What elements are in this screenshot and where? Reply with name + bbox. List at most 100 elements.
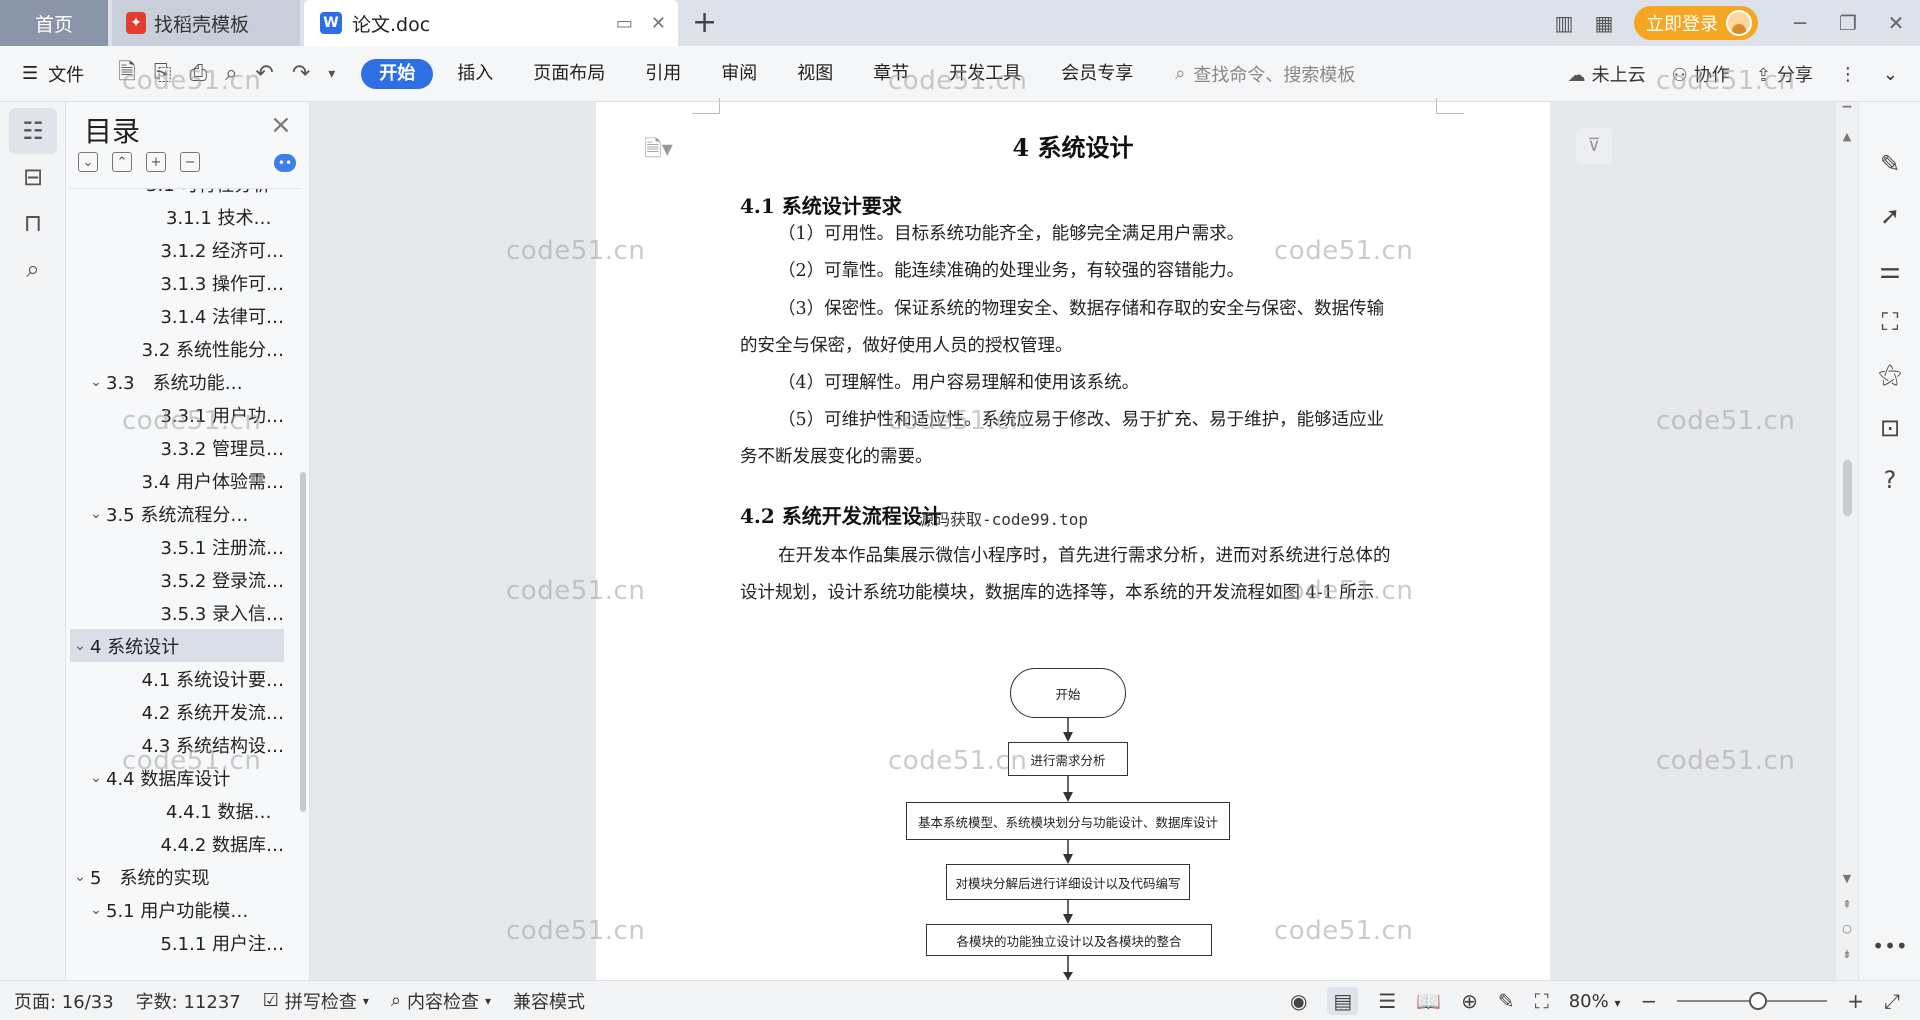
chevron-down-icon[interactable]: ⌄ — [86, 770, 106, 786]
select-pointer-icon[interactable]: ➚ — [1859, 202, 1920, 230]
outline-view-icon[interactable]: ☰ — [1378, 989, 1396, 1013]
file-menu[interactable]: ☰ 文件 — [22, 61, 84, 87]
toc-item[interactable]: 4.4.2 数据库… — [70, 827, 284, 860]
image-tool-icon[interactable]: ⛶ — [1859, 308, 1920, 336]
collab-button[interactable]: ⚇ 协作 — [1672, 61, 1730, 87]
help-icon[interactable]: ? — [1859, 466, 1920, 494]
spell-check-button[interactable]: ☑ 拼写检查 ▾ — [263, 988, 369, 1014]
ribbon-tab[interactable]: 插入 — [441, 59, 509, 89]
toc-item[interactable]: ⌄ 3.5 系统流程分… — [70, 497, 284, 530]
toc-item[interactable]: ⌄ 5.1 用户功能模… — [70, 893, 284, 926]
ribbon-tab[interactable]: 视图 — [781, 59, 849, 89]
vertical-scrollbar[interactable]: ▔ ▲ ▼ ⇞ ○ ⇟ — [1836, 102, 1858, 980]
select-browse-icon[interactable]: ○ — [1836, 922, 1858, 935]
zoom-slider[interactable] — [1677, 992, 1828, 1010]
toc-item[interactable]: ⌄ 3.3 系统功能… — [70, 365, 284, 398]
close-icon[interactable]: × — [270, 110, 292, 140]
redo-icon[interactable]: ↷ — [292, 61, 310, 86]
chevron-down-icon[interactable]: ⌄ — [70, 638, 90, 654]
read-mode-icon[interactable]: ⊡ — [1859, 414, 1920, 442]
more-icon[interactable]: ⋮ — [1839, 64, 1857, 85]
ribbon-tab[interactable]: 开发工具 — [933, 59, 1037, 89]
ribbon-tab[interactable]: 页面布局 — [517, 59, 621, 89]
restore-icon[interactable]: ❐ — [1824, 11, 1872, 35]
cloud-status[interactable]: ☁ 未上云 — [1568, 61, 1646, 87]
chevron-down-icon[interactable]: ⌄ — [86, 506, 106, 522]
edit-pen-icon[interactable]: ✎ — [1859, 150, 1920, 178]
toc-item[interactable]: 4.4.1 数据… — [70, 794, 284, 827]
close-window-icon[interactable]: ✕ — [1872, 11, 1920, 35]
export-pdf-icon[interactable]: ⎘ — [154, 61, 172, 86]
fit-page-icon[interactable]: ⛶ — [1535, 989, 1549, 1013]
toc-item[interactable]: 3.5.1 注册流… — [70, 530, 284, 563]
toc-item[interactable]: 5.1.1 用户注… — [70, 926, 284, 959]
undo-icon[interactable]: ↶ — [255, 61, 273, 86]
zoom-slider-knob[interactable] — [1749, 992, 1768, 1010]
toc-toggle-switch[interactable]: •• — [274, 154, 296, 172]
tab-home[interactable]: 首页 — [0, 0, 108, 46]
close-tab-icon[interactable]: ✕ — [651, 13, 666, 34]
toc-item[interactable]: 3.5.3 录入信… — [70, 596, 284, 629]
print-icon[interactable]: ⎙ — [189, 61, 207, 86]
scroll-top-icon[interactable]: ▔ — [1836, 106, 1858, 119]
ribbon-tab[interactable]: 会员专享 — [1045, 59, 1149, 89]
settings-sliders-icon[interactable]: ⚌ — [1859, 256, 1920, 284]
more-dropdown-icon[interactable]: ▾ — [328, 66, 335, 82]
filter-icon[interactable]: ⊽ — [1576, 128, 1612, 164]
toc-item[interactable]: ⌄ 4 系统设计 — [70, 629, 284, 662]
toc-item[interactable]: 4.3 系统结构设… — [70, 728, 284, 761]
word-count[interactable]: 字数: 11237 — [136, 988, 241, 1014]
page-indicator[interactable]: 页面: 16/33 — [14, 988, 114, 1014]
toc-item[interactable]: 3.1 可行性分析 — [70, 189, 284, 200]
read-view-icon[interactable]: 📖 — [1416, 989, 1441, 1013]
ribbon-tab[interactable]: 审阅 — [705, 59, 773, 89]
toc-item[interactable]: 3.5.2 登录流… — [70, 563, 284, 596]
minimize-icon[interactable]: ─ — [1776, 11, 1824, 35]
ribbon-tab[interactable]: 引用 — [629, 59, 697, 89]
toc-item[interactable]: ⌄ 4.4 数据库设计 — [70, 761, 284, 794]
web-view-icon[interactable]: ⊕ — [1461, 989, 1478, 1013]
layout-icon[interactable]: ▥ — [1544, 11, 1584, 35]
toc-item[interactable]: 3.2 系统性能分… — [70, 332, 284, 365]
toc-item[interactable]: 3.3.2 管理员… — [70, 431, 284, 464]
toc-item[interactable]: 3.1.4 法律可… — [70, 299, 284, 332]
ai-assistant-icon[interactable]: ⚝ — [1859, 360, 1920, 388]
chevron-down-icon[interactable]: ⌄ — [86, 374, 106, 390]
find-icon[interactable]: ⌕ — [9, 246, 57, 292]
toc-item[interactable]: 3.1.2 经济可… — [70, 233, 284, 266]
scrollbar-thumb[interactable] — [1843, 460, 1852, 516]
toc-panel-icon[interactable]: ☷ — [9, 108, 57, 154]
write-mode-icon[interactable]: ✎ — [1498, 989, 1515, 1013]
tab-document[interactable]: W 论文.doc ▭ ✕ — [304, 0, 678, 46]
zoom-out-icon[interactable]: − — [1640, 989, 1657, 1013]
share-button[interactable]: ⇪ 分享 — [1756, 61, 1813, 87]
scroll-down-icon[interactable]: ▼ — [1836, 872, 1858, 885]
eye-protect-icon[interactable]: ◉ — [1290, 989, 1307, 1013]
prev-page-icon[interactable]: ⇞ — [1836, 898, 1858, 911]
fullscreen-icon[interactable]: ⤢ — [1884, 989, 1900, 1013]
scroll-up-icon[interactable]: ▲ — [1836, 130, 1858, 143]
command-search[interactable]: ⌕ 查找命令、搜索模板 — [1175, 61, 1355, 87]
apps-grid-icon[interactable]: ▦ — [1584, 11, 1624, 35]
print-preview-icon[interactable]: ⌕ — [225, 61, 237, 86]
toc-scrollbar[interactable] — [300, 472, 306, 812]
save-icon[interactable]: 🗎 — [118, 55, 136, 93]
toc-item[interactable]: 4.2 系统开发流… — [70, 695, 284, 728]
toc-item[interactable]: 3.4 用户体验需… — [70, 464, 284, 497]
toc-item[interactable]: 3.1.1 技术… — [70, 200, 284, 233]
ribbon-tab[interactable]: 开始 — [361, 58, 434, 89]
toc-item[interactable]: 3.3.1 用户功… — [70, 398, 284, 431]
toc-item[interactable]: 3.1.3 操作可… — [70, 266, 284, 299]
bookmark-icon[interactable]: ⊓ — [9, 200, 57, 246]
chevron-down-icon[interactable]: ⌄ — [70, 869, 90, 885]
page-view-icon[interactable]: ▤ — [1327, 987, 1359, 1015]
next-page-icon[interactable]: ⇟ — [1836, 948, 1858, 961]
ribbon-tab[interactable]: 章节 — [857, 59, 925, 89]
content-check-button[interactable]: ⌕ 内容检查 ▾ — [391, 988, 491, 1014]
toc-item[interactable]: ⌄ 5 系统的实现 — [70, 860, 284, 893]
zoom-in-icon[interactable]: + — [1847, 989, 1864, 1013]
chevron-down-icon[interactable]: ⌄ — [86, 902, 106, 918]
document-page[interactable]: 🗎▾ 4 系统设计 4.1 系统设计要求 （1）可用性。目标系统功能齐全，能够完… — [596, 98, 1550, 980]
remove-heading-icon[interactable]: − — [180, 152, 200, 172]
collapse-ribbon-icon[interactable]: ⌄ — [1883, 64, 1898, 85]
